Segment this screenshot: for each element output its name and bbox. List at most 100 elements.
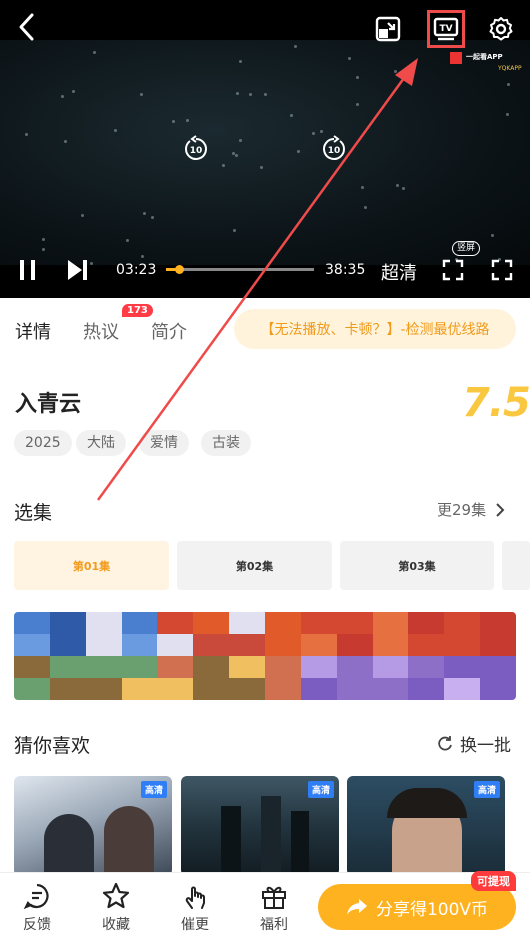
banner-pixel xyxy=(193,634,230,656)
refresh-batch-button[interactable]: 换一批 xyxy=(436,731,511,756)
show-score: 7.5 xyxy=(462,380,530,426)
recommend-card-2[interactable]: 高清 xyxy=(181,776,339,876)
banner-pixel xyxy=(157,634,194,656)
snow-particle xyxy=(232,151,236,155)
video-player[interactable]: TV 一起看APP YQKAPP 10 10 03:23 38:35 超清 竖屏 xyxy=(0,0,530,298)
current-time: 03:23 xyxy=(116,262,157,278)
chevron-right-icon xyxy=(496,502,505,517)
feedback-icon xyxy=(23,883,49,910)
tag-year[interactable]: 2025 xyxy=(14,430,72,456)
snow-particle xyxy=(363,205,367,209)
favorite-button[interactable]: 收藏 xyxy=(91,882,141,934)
episode-02[interactable]: 第02集 xyxy=(177,541,332,590)
progress-knob[interactable] xyxy=(175,265,185,274)
snow-particle xyxy=(293,45,297,49)
ad-banner-image[interactable] xyxy=(14,612,516,700)
urge-update-button[interactable]: 催更 xyxy=(170,882,220,934)
gift-icon xyxy=(262,886,286,909)
snow-particle xyxy=(25,132,29,136)
snow-particle xyxy=(319,130,323,134)
detect-best-line-button[interactable]: 【无法播放、卡顿？】-检测最优线路 xyxy=(234,309,516,349)
snow-particle xyxy=(491,233,495,237)
tab-discussion[interactable]: 热议 xyxy=(83,318,119,344)
banner-pixel xyxy=(444,678,481,700)
total-time: 38:35 xyxy=(325,262,366,278)
banner-pixel xyxy=(300,678,337,700)
banner-pixel xyxy=(229,678,265,700)
banner-pixel xyxy=(408,612,445,634)
snow-particle xyxy=(249,93,253,97)
episodes-section-title: 选集 xyxy=(14,502,53,524)
snow-particle xyxy=(259,166,263,170)
fullscreen-icon[interactable] xyxy=(488,256,516,284)
tv-cast-button[interactable]: TV xyxy=(427,10,465,48)
banner-pixel xyxy=(157,612,194,634)
banner-pixel xyxy=(14,678,50,700)
banner-pixel xyxy=(300,656,337,678)
banner-pixel xyxy=(85,634,122,656)
tag-genre-costume[interactable]: 古装 xyxy=(201,430,251,456)
next-episode-button[interactable] xyxy=(62,256,92,284)
tv-cast-label: TV xyxy=(439,24,452,34)
banner-pixel xyxy=(121,656,158,678)
episode-04-partial[interactable] xyxy=(502,541,530,590)
snow-particle xyxy=(126,238,130,242)
more-episodes-link[interactable]: 更29集 xyxy=(437,499,508,520)
rewind-10-button[interactable]: 10 xyxy=(182,135,210,163)
banner-pixel xyxy=(408,678,445,700)
favorite-label: 收藏 xyxy=(102,917,130,933)
snow-particle xyxy=(93,51,97,55)
share-arrow-icon xyxy=(346,899,367,915)
banner-pixel xyxy=(121,634,158,656)
hd-badge: 高清 xyxy=(140,781,167,798)
snow-particle xyxy=(139,93,143,97)
episode-03[interactable]: 第03集 xyxy=(340,541,494,590)
recommend-card-1[interactable]: 高清 xyxy=(14,776,172,876)
banner-pixel xyxy=(372,612,409,634)
banner-pixel xyxy=(265,678,301,700)
recommend-card-3[interactable]: 高清 xyxy=(347,776,505,876)
watermark-logo: 一起看APP YQKAPP xyxy=(450,52,530,76)
tab-intro[interactable]: 简介 xyxy=(151,318,187,344)
progress-bar[interactable] xyxy=(166,265,314,274)
snow-particle xyxy=(72,90,76,94)
back-icon[interactable] xyxy=(10,10,44,44)
welfare-button[interactable]: 福利 xyxy=(249,882,299,934)
banner-pixel xyxy=(265,656,301,678)
banner-pixel xyxy=(193,656,230,678)
forward-10-button[interactable]: 10 xyxy=(320,135,348,163)
banner-pixel xyxy=(265,634,301,656)
snow-particle xyxy=(141,255,145,259)
picture-in-picture-icon[interactable] xyxy=(371,12,405,46)
snow-particle xyxy=(289,114,293,118)
banner-pixel xyxy=(14,634,50,656)
banner-pixel xyxy=(336,634,373,656)
banner-pixel xyxy=(480,634,516,656)
episode-01[interactable]: 第01集 xyxy=(14,541,169,590)
hd-badge: 高清 xyxy=(307,781,334,798)
snow-particle xyxy=(402,186,406,190)
tab-details[interactable]: 详情 xyxy=(15,318,51,344)
banner-pixel xyxy=(85,612,122,634)
banner-pixel xyxy=(121,612,158,634)
snow-particle xyxy=(222,163,226,167)
banner-pixel xyxy=(300,612,337,634)
quality-selector[interactable]: 超清 xyxy=(381,259,417,285)
banner-pixel xyxy=(85,656,122,678)
vertical-fullscreen-icon[interactable] xyxy=(439,256,467,284)
feedback-button[interactable]: 反馈 xyxy=(12,882,62,934)
refresh-label: 换一批 xyxy=(460,736,511,756)
star-icon xyxy=(102,882,130,909)
settings-gear-icon[interactable] xyxy=(484,12,518,46)
banner-pixel xyxy=(14,656,50,678)
banner-pixel xyxy=(336,678,373,700)
tag-region[interactable]: 大陆 xyxy=(76,430,126,456)
more-episodes-label: 更29集 xyxy=(437,501,487,519)
banner-pixel xyxy=(372,678,409,700)
tag-genre-romance[interactable]: 爱情 xyxy=(139,430,189,456)
banner-pixel xyxy=(49,656,86,678)
snow-particle xyxy=(41,237,45,241)
banner-pixel xyxy=(444,656,481,678)
pause-button[interactable] xyxy=(14,256,42,284)
banner-pixel xyxy=(157,678,194,700)
